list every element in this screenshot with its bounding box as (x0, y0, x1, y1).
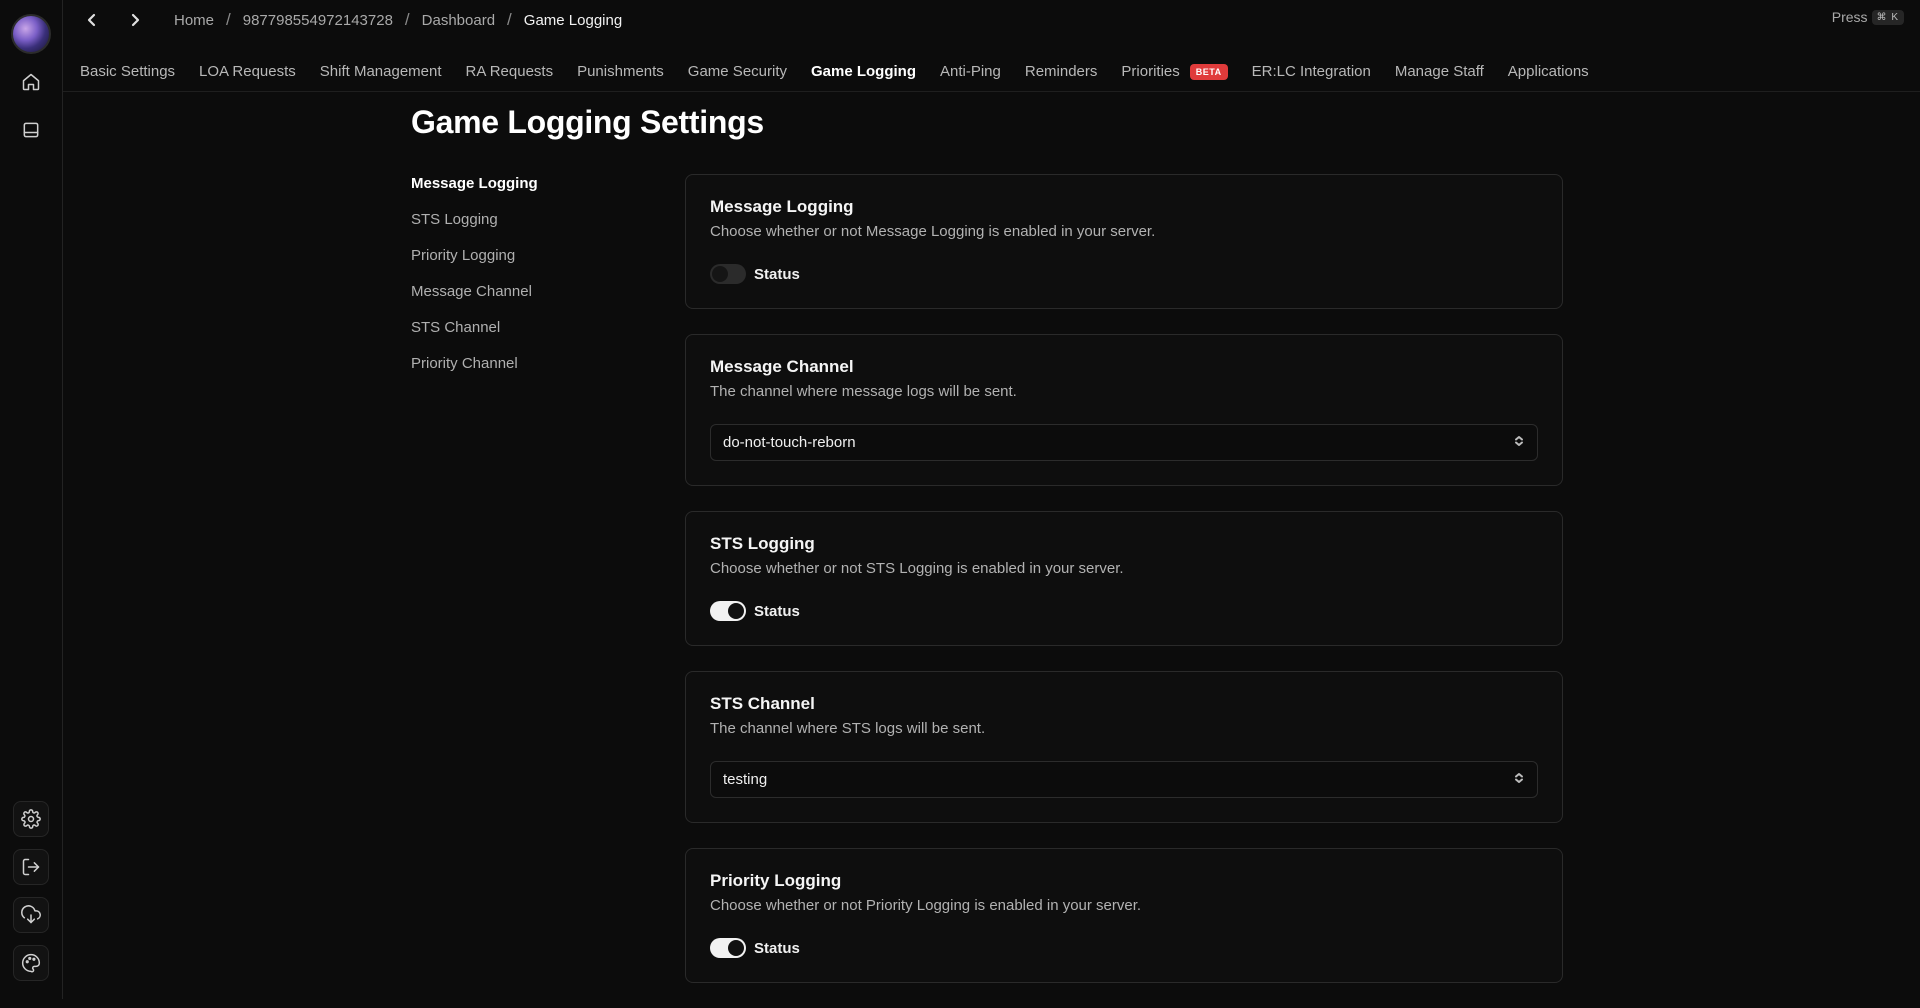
status-toggle-row: Status (710, 264, 1538, 284)
breadcrumb-separator: / (226, 10, 231, 29)
section-link-message-channel[interactable]: Message Channel (411, 280, 631, 316)
card-description: Choose whether or not Priority Logging i… (710, 897, 1142, 914)
sts-channel-card: STS Channel The channel where STS logs w… (685, 671, 1563, 823)
toggle-label: Status (754, 602, 800, 620)
tab-applications[interactable]: Applications (1508, 63, 1589, 80)
select-value: do-not-touch-reborn (723, 434, 856, 451)
toggle-label: Status (754, 939, 800, 957)
command-hint-label: Press (1831, 9, 1868, 25)
sts-channel-select[interactable]: testing (710, 761, 1538, 798)
card-title: Message Channel (710, 357, 854, 376)
card-title: STS Channel (710, 694, 815, 713)
section-link-sts-logging[interactable]: STS Logging (411, 208, 631, 244)
sidebar-rail (0, 0, 63, 999)
toggle-label: Status (754, 265, 800, 283)
forward-arrow-icon[interactable] (119, 4, 151, 36)
tab-priorities[interactable]: Priorities BETA (1121, 63, 1228, 80)
status-toggle-row: Status (710, 938, 1538, 958)
tab-punishments[interactable]: Punishments (577, 63, 664, 80)
tab-priorities-label: Priorities (1121, 63, 1180, 80)
top-bar: Home / 987798554972143728 / Dashboard / … (63, 0, 1920, 40)
card-title: STS Logging (710, 534, 815, 553)
status-toggle-row: Status (710, 601, 1538, 621)
breadcrumb: Home / 987798554972143728 / Dashboard / … (174, 10, 622, 30)
chevron-up-down-icon (1513, 771, 1525, 789)
tab-ra-requests[interactable]: RA Requests (466, 63, 554, 80)
tab-game-security[interactable]: Game Security (688, 63, 787, 80)
toggle-knob (712, 266, 728, 282)
breadcrumb-separator: / (404, 10, 410, 29)
tab-manage-staff[interactable]: Manage Staff (1395, 63, 1484, 80)
section-link-priority-logging[interactable]: Priority Logging (411, 244, 631, 280)
sts-logging-card: STS Logging Choose whether or not STS Lo… (685, 511, 1563, 646)
cloud-download-icon[interactable] (13, 897, 49, 933)
tab-shift-management[interactable]: Shift Management (320, 63, 442, 80)
section-nav: Message Logging STS Logging Priority Log… (411, 172, 631, 388)
tab-reminders[interactable]: Reminders (1025, 63, 1098, 80)
logout-icon[interactable] (13, 849, 49, 885)
section-link-message-logging[interactable]: Message Logging (411, 172, 631, 208)
breadcrumb-server-id[interactable]: 987798554972143728 (243, 12, 393, 29)
panel-icon[interactable] (13, 112, 49, 148)
card-description: Choose whether or not STS Logging is ena… (710, 560, 1124, 577)
toggle-knob (728, 940, 744, 956)
card-description: Choose whether or not Message Logging is… (710, 223, 1156, 240)
priority-logging-card: Priority Logging Choose whether or not P… (685, 848, 1563, 983)
tab-anti-ping[interactable]: Anti-Ping (940, 63, 1001, 80)
settings-cards: Message Logging Choose whether or not Me… (685, 174, 1563, 1008)
page-title: Game Logging Settings (411, 104, 764, 140)
card-description: The channel where STS logs will be sent. (710, 720, 986, 737)
chevron-up-down-icon (1513, 434, 1525, 452)
settings-icon[interactable] (13, 801, 49, 837)
toggle-knob (728, 603, 744, 619)
palette-icon[interactable] (13, 945, 49, 981)
command-shortcut: ⌘ K (1871, 9, 1904, 25)
tab-loa-requests[interactable]: LOA Requests (199, 63, 296, 80)
card-title: Message Logging (710, 197, 854, 216)
breadcrumb-separator: / (507, 10, 512, 29)
message-channel-card: Message Channel The channel where messag… (685, 334, 1563, 486)
message-logging-card: Message Logging Choose whether or not Me… (685, 174, 1563, 309)
tab-erlc-integration[interactable]: ER:LC Integration (1252, 63, 1371, 80)
settings-tabs: Basic Settings LOA Requests Shift Manage… (63, 52, 1920, 92)
breadcrumb-home[interactable]: Home (174, 12, 214, 29)
tab-basic-settings[interactable]: Basic Settings (80, 63, 175, 80)
section-link-sts-channel[interactable]: STS Channel (411, 316, 631, 352)
breadcrumb-current: Game Logging (523, 11, 623, 29)
card-description: The channel where message logs will be s… (710, 383, 1017, 400)
select-value: testing (723, 771, 768, 788)
section-link-priority-channel[interactable]: Priority Channel (411, 352, 631, 388)
back-arrow-icon[interactable] (76, 4, 108, 36)
message-channel-select[interactable]: do-not-touch-reborn (710, 424, 1538, 461)
beta-badge: BETA (1189, 63, 1228, 80)
card-title: Priority Logging (710, 871, 842, 890)
home-icon[interactable] (13, 64, 49, 100)
tab-game-logging[interactable]: Game Logging (811, 63, 916, 80)
priority-logging-toggle[interactable] (710, 938, 746, 958)
server-avatar[interactable] (11, 14, 51, 54)
breadcrumb-dashboard[interactable]: Dashboard (422, 12, 495, 29)
message-logging-toggle[interactable] (710, 264, 746, 284)
sts-logging-toggle[interactable] (710, 601, 746, 621)
command-hint[interactable]: Press ⌘ K (1832, 9, 1904, 25)
